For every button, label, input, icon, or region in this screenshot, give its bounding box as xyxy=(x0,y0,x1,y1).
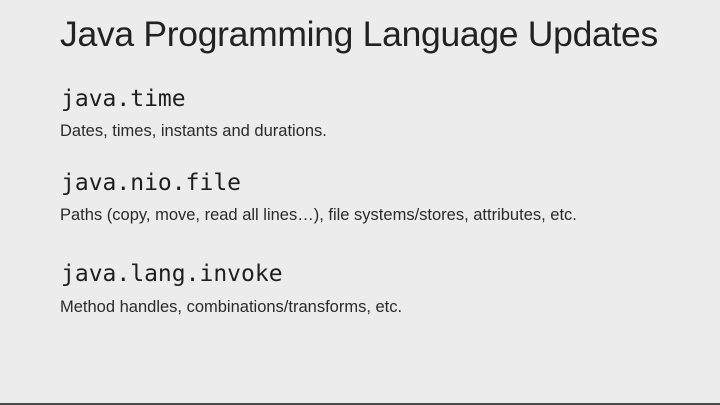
package-name: java.time xyxy=(61,86,186,112)
package-description: Method handles, combinations/transforms,… xyxy=(60,298,403,316)
slide: Java Programming Language Updates java.t… xyxy=(0,0,720,405)
package-name: java.nio.file xyxy=(61,170,242,196)
package-name: java.lang.invoke xyxy=(61,261,283,287)
package-description: Paths (copy, move, read all lines…), fil… xyxy=(60,206,577,224)
slide-title: Java Programming Language Updates xyxy=(60,14,658,54)
package-description: Dates, times, instants and durations. xyxy=(60,122,327,140)
